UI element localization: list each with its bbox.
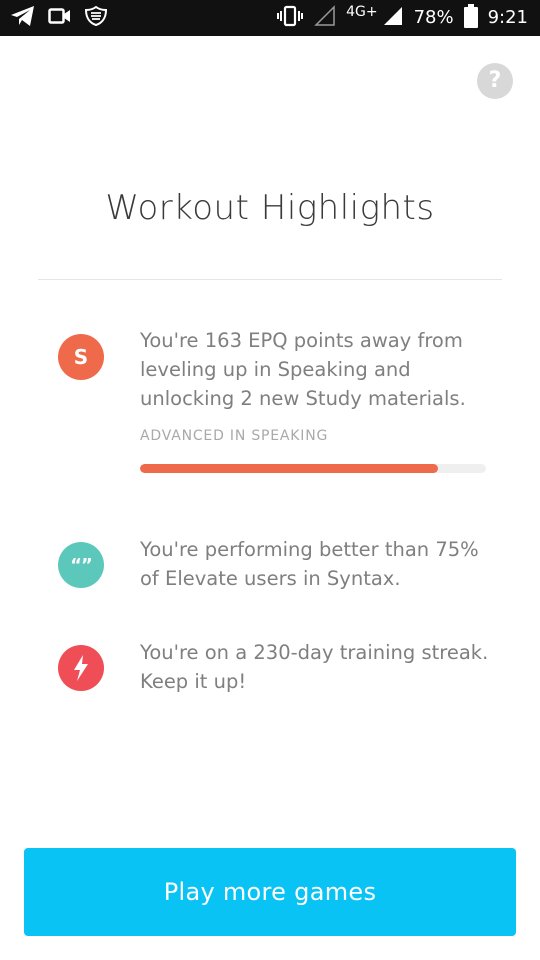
- status-bar: 4G+ 78% 9:21: [0, 0, 540, 36]
- battery-percentage: 78%: [413, 7, 454, 28]
- level-label: ADVANCED IN SPEAKING: [140, 428, 329, 444]
- lightning-badge-icon: [58, 645, 104, 691]
- highlight-streak-text: You're on a 230-day training streak. Kee…: [140, 641, 489, 693]
- play-more-games-button[interactable]: Play more games: [24, 848, 516, 936]
- quote-badge-icon: “”: [58, 542, 104, 588]
- clock: 9:21: [487, 7, 528, 28]
- help-button[interactable]: ?: [477, 63, 513, 99]
- network-type-label: 4G+: [346, 4, 378, 20]
- speaking-badge-icon: S: [58, 334, 104, 380]
- status-bar-left: [10, 0, 108, 36]
- video-camera-icon: [48, 7, 72, 29]
- app-shield-icon: [84, 5, 108, 31]
- signal-empty-icon: [314, 5, 336, 31]
- battery-icon: [463, 4, 478, 32]
- level-progress-fill: [140, 464, 438, 473]
- telegram-icon: [10, 5, 36, 31]
- highlight-syntax-text: You're performing better than 75% of Ele…: [140, 538, 479, 590]
- level-progress-bar: [140, 464, 486, 473]
- page-title: Workout Highlights: [105, 188, 435, 228]
- signal-full-icon: [382, 5, 404, 31]
- highlight-speaking-text: You're 163 EPQ points away from leveling…: [140, 329, 466, 410]
- status-bar-right: 4G+ 78% 9:21: [276, 0, 528, 36]
- divider: [38, 279, 502, 280]
- vibrate-icon: [276, 5, 304, 31]
